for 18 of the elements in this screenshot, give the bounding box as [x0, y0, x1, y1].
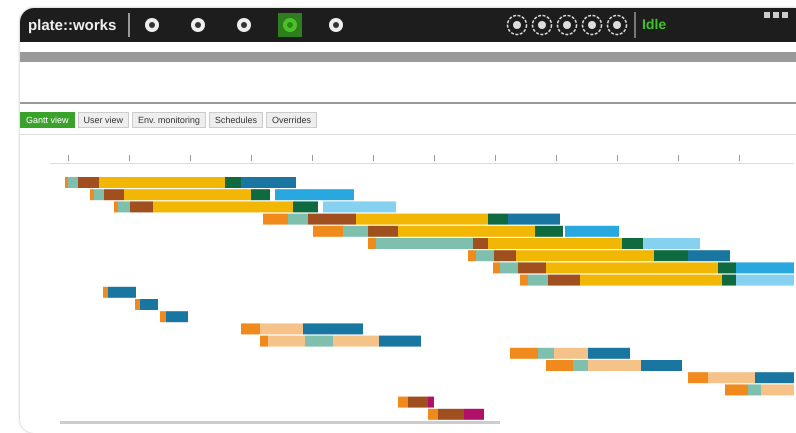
- toolbar-icon: [282, 17, 298, 33]
- status-text: Idle: [642, 16, 666, 32]
- view-tab[interactable]: User view: [78, 112, 130, 128]
- toolbar-icon: [328, 17, 344, 33]
- toolbar-button[interactable]: [278, 13, 302, 37]
- app-logo: plate::works: [28, 16, 116, 34]
- view-tab[interactable]: Env. monitoring: [132, 112, 206, 128]
- playback-icon[interactable]: [531, 14, 553, 36]
- window-controls-icon[interactable]: [764, 12, 788, 18]
- playback-icon[interactable]: [556, 14, 578, 36]
- toolbar-icon: [190, 17, 206, 33]
- playback-icon[interactable]: [606, 14, 628, 36]
- toolbar-icon: [144, 17, 160, 33]
- view-tab[interactable]: Overrides: [266, 112, 317, 128]
- playback-icon[interactable]: [506, 14, 528, 36]
- view-tab[interactable]: Schedules: [208, 112, 263, 128]
- toolbar-icon: [236, 17, 252, 33]
- playback-icon[interactable]: [581, 14, 603, 36]
